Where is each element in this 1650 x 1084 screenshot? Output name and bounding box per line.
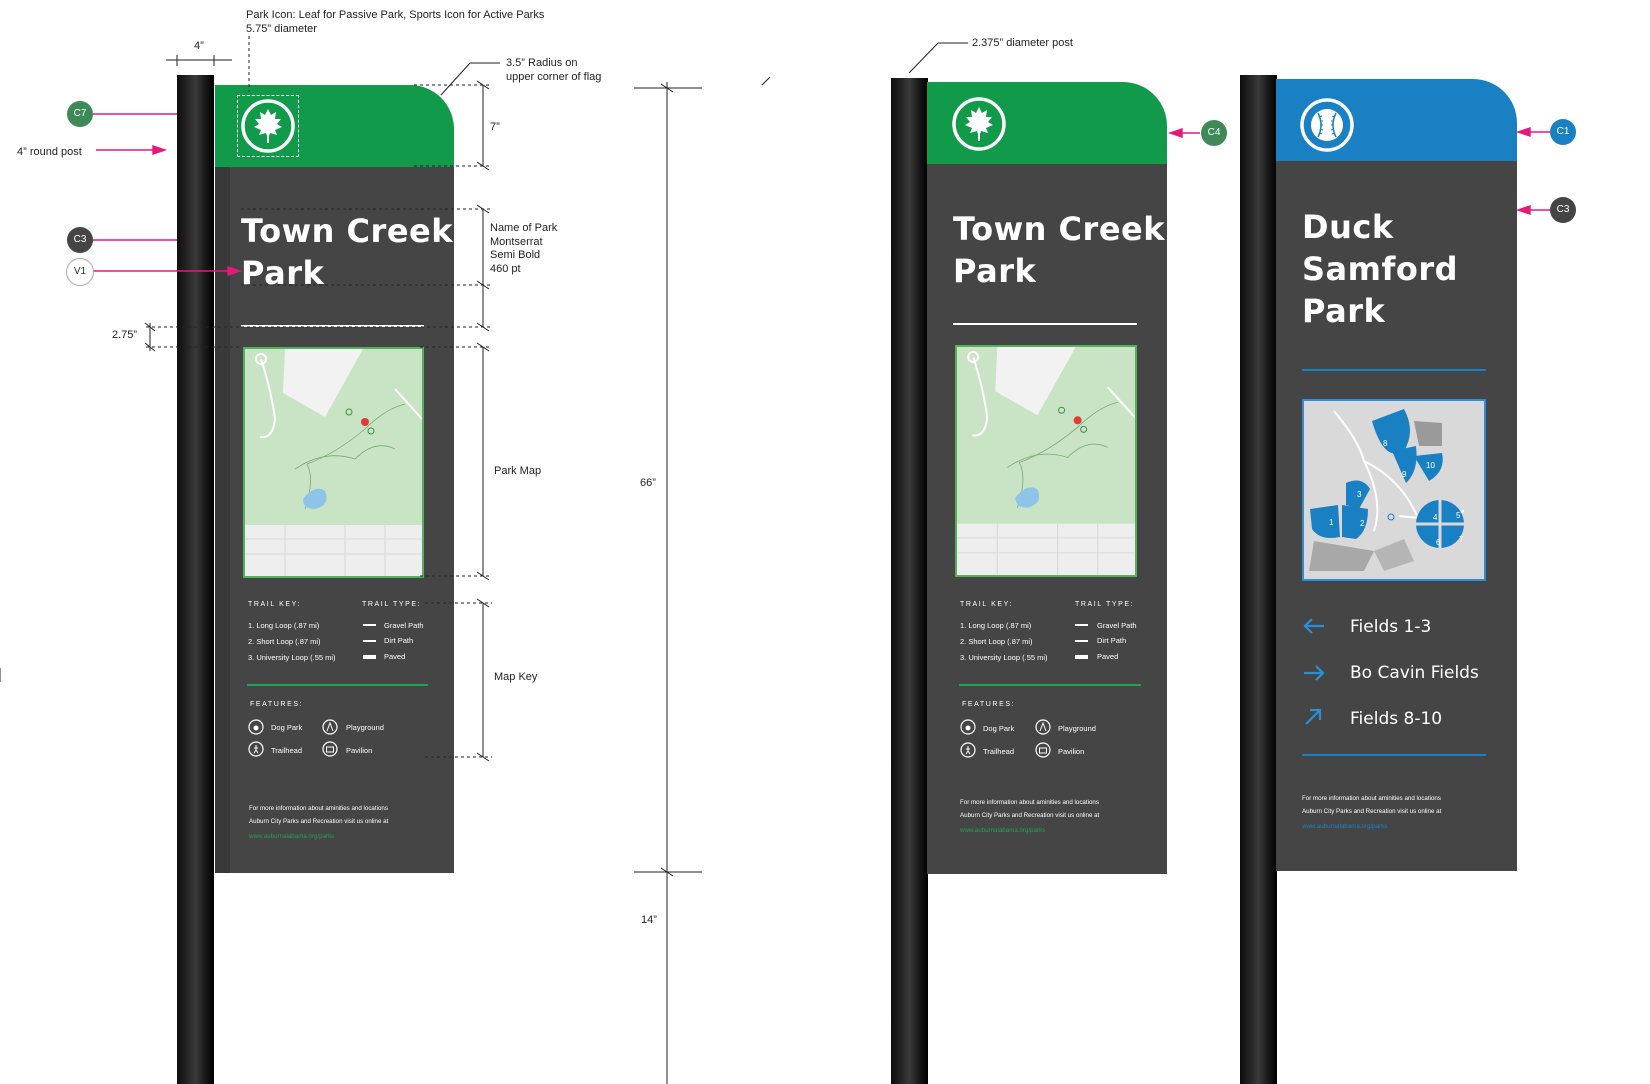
- sign2-title-line2: Park: [953, 252, 1037, 291]
- post-diameter-label: 2.375” diameter post: [972, 37, 1073, 49]
- footer-line: Auburn City Parks and Recreation visit u…: [1302, 808, 1442, 815]
- type-item: Dirt Path: [1097, 636, 1127, 645]
- trail-item: 1. Long Loop (.87 mi): [960, 621, 1032, 630]
- sign3-bottom-rule: [1302, 754, 1486, 756]
- post-width-label: 4”: [194, 40, 204, 52]
- note-line: Park Icon: Leaf for Passive Park, Sports…: [246, 9, 545, 21]
- radius-note: 3.5” Radius on upper corner of flag: [506, 57, 601, 84]
- note-line: Montserrat: [490, 235, 543, 248]
- trailhead-icon: [960, 742, 976, 758]
- sign2-title-line1: Town Creek: [953, 210, 1165, 248]
- arrow-right-icon: [1304, 665, 1325, 681]
- callout-c3: C3: [1550, 197, 1576, 223]
- sign3-title-line2: Samford: [1302, 250, 1459, 289]
- dirt-swatch: [1075, 640, 1088, 642]
- baseball-icon: [1300, 98, 1354, 152]
- map-graphic: [957, 347, 1135, 575]
- field-number: 9: [1402, 470, 1407, 479]
- footer-line: For more information about aminities and…: [960, 799, 1099, 806]
- note-line: 3.5” Radius on: [506, 57, 578, 69]
- feature-label: Trailhead: [983, 747, 1014, 756]
- field-number: 1: [1329, 518, 1334, 527]
- trail-key-heading: TRAIL KEY:: [960, 601, 1014, 608]
- sign3-title-line1: Duck: [1302, 208, 1394, 246]
- field-map-graphic: [1309, 409, 1465, 571]
- field-number: 5: [1456, 511, 1461, 520]
- feature-label: Pavilion: [1058, 747, 1085, 756]
- sign3-title: Duck Samford Park: [1302, 206, 1458, 333]
- pavilion-icon: [1035, 742, 1051, 758]
- trail-item: 3. University Loop (.55 mi): [960, 653, 1048, 662]
- direction-label: Bo Cavin Fields: [1350, 663, 1479, 683]
- trail-item: 2. Short Loop (.87 mi): [960, 637, 1033, 646]
- footer-line: Auburn City Parks and Recreation visit u…: [960, 812, 1100, 819]
- note-line: upper corner of flag: [506, 70, 602, 83]
- playground-icon: [1035, 719, 1051, 735]
- direction-label: Fields 8-10: [1350, 709, 1443, 729]
- callout-v1: V1: [66, 258, 94, 286]
- arrow-left-icon: [1303, 618, 1324, 634]
- field-number: 2: [1360, 519, 1365, 528]
- arrow-up-right-icon: [1305, 708, 1322, 725]
- note-line: 5.75” diameter: [246, 22, 317, 35]
- note-line: Semi Bold: [490, 249, 541, 261]
- sign3-footer: For more information about aminities and…: [1302, 792, 1441, 818]
- sign3-field-map: 1 2 3 4 5 6 7 8 9 10: [1302, 399, 1486, 581]
- field-number: 3: [1357, 490, 1362, 499]
- note-line: Name of Park: [490, 222, 558, 234]
- leaf-icon: [952, 97, 1006, 151]
- sign3-post: [1240, 75, 1277, 1084]
- sign3-title-line3: Park: [1302, 292, 1386, 331]
- gap-label: 2.75”: [112, 329, 138, 341]
- key-divider: [959, 684, 1141, 686]
- field-number: 8: [1383, 439, 1388, 448]
- total-height-label: 66”: [640, 477, 656, 489]
- type-item: Gravel Path: [1097, 621, 1137, 630]
- feature-label: Dog Park: [983, 724, 1015, 733]
- sign2-post: [891, 78, 928, 1084]
- feature-label: Playground: [1058, 724, 1096, 733]
- callout-c1: C1: [1550, 119, 1576, 145]
- type-item: Paved: [1097, 652, 1119, 661]
- gravel-swatch: [1075, 624, 1088, 626]
- trail-type-heading: TRAIL TYPE:: [1075, 601, 1135, 608]
- sign2-park-map: [955, 345, 1137, 577]
- field-number: 6: [1436, 538, 1441, 547]
- callout-c3: C3: [67, 227, 93, 253]
- sign2-footer: For more information about aminities and…: [960, 796, 1099, 822]
- sign2-title-rule: [953, 323, 1137, 325]
- paved-swatch: [1075, 655, 1088, 659]
- round-post-label: 4” round post: [17, 146, 82, 158]
- sign2-title: Town Creek Park: [953, 208, 1165, 292]
- callout-c4: C4: [1201, 120, 1227, 146]
- field-number: 4: [1433, 513, 1438, 522]
- flag-height-label: 7”: [490, 121, 500, 133]
- sign3-url: www.auburnalabama.org/parks: [1302, 823, 1388, 830]
- direction-label: Fields 1-3: [1350, 617, 1432, 637]
- dog-park-icon: [960, 719, 976, 735]
- map-key-label: Map Key: [494, 671, 538, 683]
- sign3-title-rule: [1302, 369, 1486, 371]
- park-map-label: Park Map: [494, 465, 542, 477]
- footer-line: For more information about aminities and…: [1302, 795, 1441, 802]
- callout-c7: C7: [67, 101, 93, 127]
- note-line: 460 pt: [490, 262, 521, 275]
- features-heading: FEATURES:: [962, 701, 1016, 708]
- park-icon-note: Park Icon: Leaf for Passive Park, Sports…: [246, 9, 544, 36]
- base-height-label: 14”: [641, 914, 657, 926]
- field-number: 10: [1426, 461, 1435, 470]
- sign2-url: www.auburnalabama.org/parks: [960, 827, 1046, 834]
- field-number: 7: [1459, 535, 1464, 544]
- name-of-park-note: Name of Park Montserrat Semi Bold 460 pt: [490, 222, 557, 276]
